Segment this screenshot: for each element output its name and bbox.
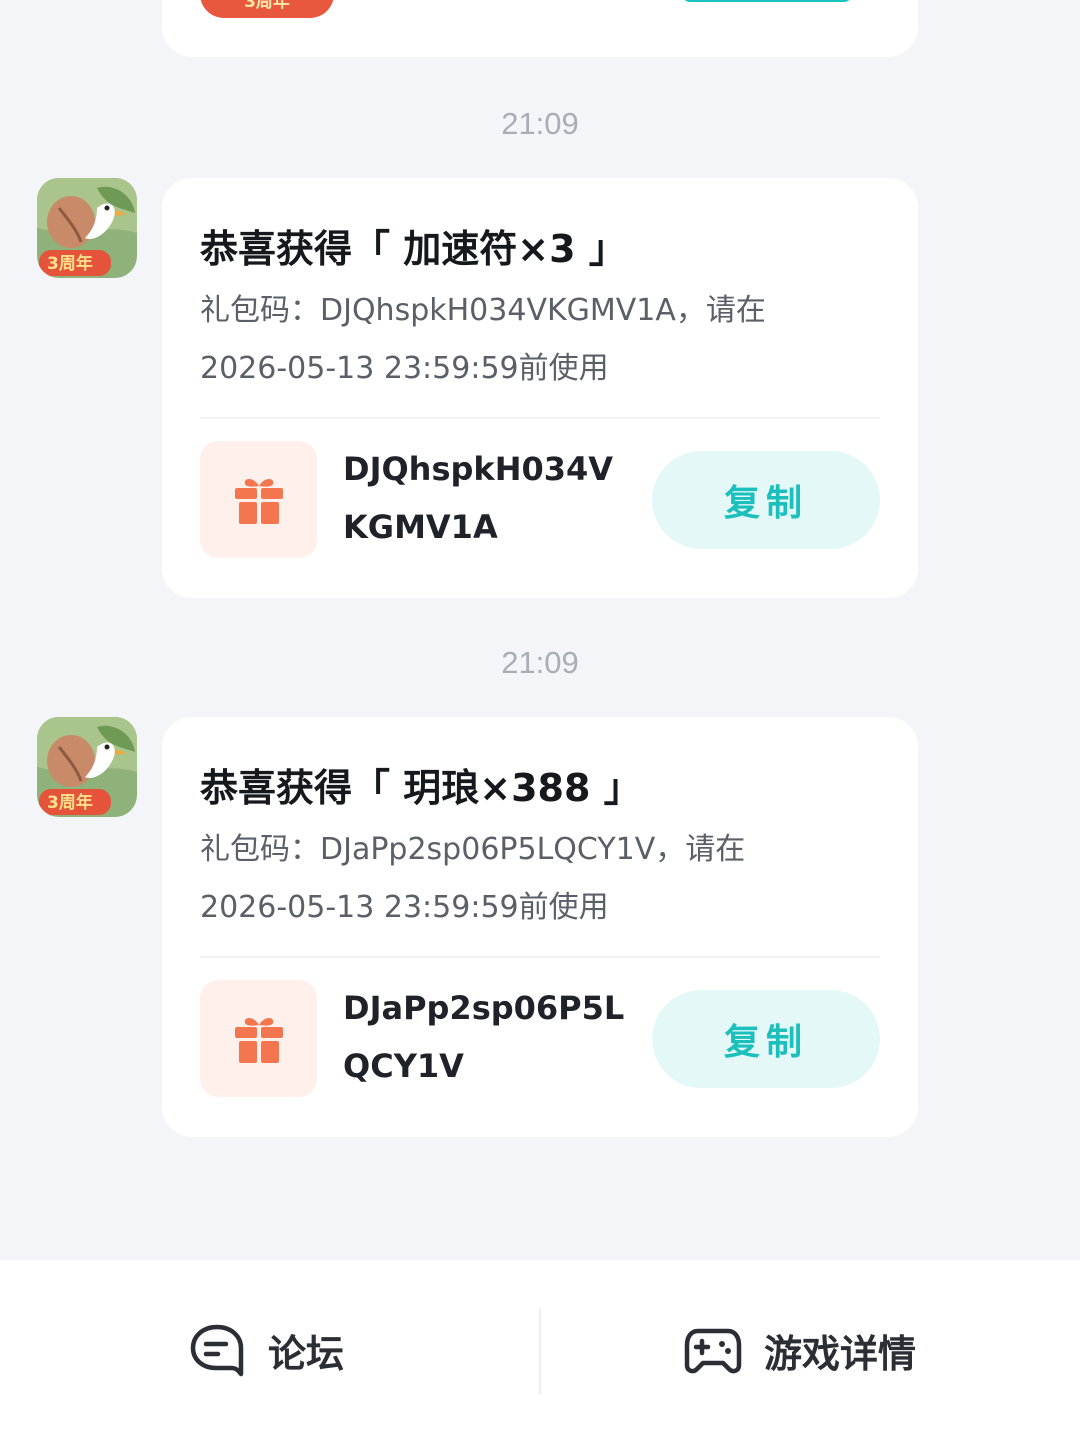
gift-code: DJQhspkH034VKGMV1A (343, 450, 614, 546)
gift-icon-box (200, 980, 317, 1097)
game-detail-label: 游戏详情 (764, 1331, 917, 1376)
bottom-bar: 论坛 游戏详情 (0, 1260, 1080, 1440)
copy-button[interactable]: 复制 (652, 451, 880, 549)
gift-icon (234, 478, 283, 524)
svg-text:3周年: 3周年 (47, 792, 93, 813)
forum-tab[interactable]: 论坛 (188, 1320, 344, 1380)
desc-expiry: 2026-05-13 23:59:59前使用 (200, 890, 609, 925)
copy-button[interactable]: 复制 (652, 990, 880, 1088)
previous-message-card: 3周年 (162, 0, 918, 57)
gift-icon (234, 1017, 283, 1063)
message-description: 礼包码：DJQhspkH034VKGMV1A，请在 2026-05-13 23:… (200, 282, 890, 398)
gift-message-card: 恭喜获得「 玥琅×388 」 礼包码：DJaPp2sp06P5LQCY1V，请在… (162, 717, 918, 1137)
game-avatar[interactable]: 3周年 (37, 178, 137, 278)
desc-expiry: 2026-05-13 23:59:59前使用 (200, 351, 609, 386)
bottom-separator (539, 1308, 541, 1394)
gift-icon-box (200, 441, 317, 558)
previous-copy-button[interactable] (682, 0, 852, 2)
desc-code: DJQhspkH034VKGMV1A (320, 293, 676, 328)
game-detail-tab[interactable]: 游戏详情 (684, 1320, 916, 1380)
forum-icon (190, 1324, 244, 1377)
desc-suffix: ，请在 (655, 832, 746, 867)
message-title: 恭喜获得「 加速符×3 」 (200, 227, 627, 271)
desc-prefix: 礼包码： (200, 293, 320, 328)
forum-label: 论坛 (268, 1331, 345, 1376)
desc-code: DJaPp2sp06P5LQCY1V (320, 832, 656, 867)
message-description: 礼包码：DJaPp2sp06P5LQCY1V，请在 2026-05-13 23:… (200, 821, 890, 937)
desc-prefix: 礼包码： (200, 832, 320, 867)
message-time: 21:09 (501, 106, 579, 141)
gift-message-card: 恭喜获得「 加速符×3 」 礼包码：DJQhspkH034VKGMV1A，请在 … (162, 178, 918, 598)
divider (200, 956, 880, 958)
desc-suffix: ，请在 (675, 293, 766, 328)
game-avatar[interactable]: 3周年 (37, 717, 137, 817)
gift-code: DJaPp2sp06P5LQCY1V (343, 989, 625, 1085)
divider (200, 417, 880, 419)
gamepad-icon (684, 1328, 742, 1374)
svg-text:3周年: 3周年 (47, 253, 93, 274)
anniversary-badge: 3周年 (200, 0, 334, 18)
message-time: 21:09 (501, 645, 579, 680)
message-title: 恭喜获得「 玥琅×388 」 (200, 766, 642, 810)
